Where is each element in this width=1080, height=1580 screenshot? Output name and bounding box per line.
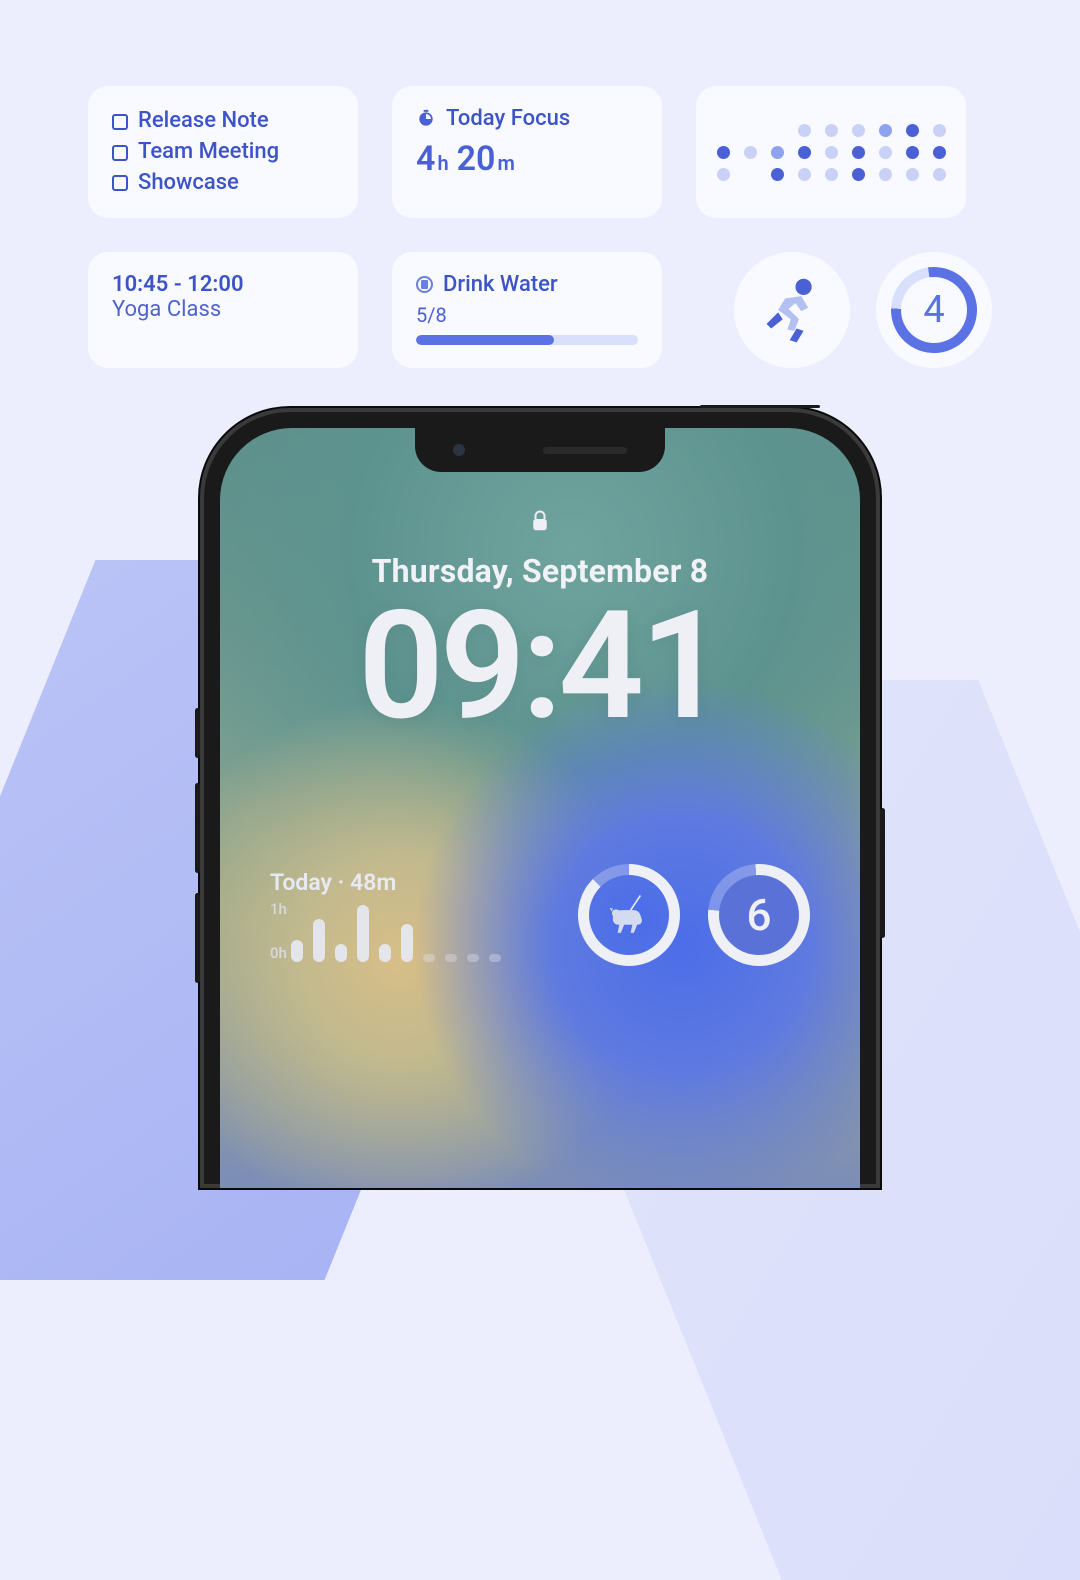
water-count: 5/8 [416,303,638,327]
chart-bar [423,954,435,962]
widget-row-2: 10:45 - 12:00 Yoga Class Drink Water 5/8 [88,252,992,368]
phone-notch [415,428,665,472]
checklist-item[interactable]: Showcase [112,168,334,199]
chart-y-axis: 1h 0h [270,900,287,962]
focus-minutes: 20 [457,139,496,179]
lock-screen-ring-widget[interactable]: 6 [705,861,814,970]
checkbox-icon[interactable] [112,114,128,130]
chart-bar [291,940,303,962]
checkbox-icon[interactable] [112,145,128,161]
phone-volume-up-button [195,783,200,873]
lock-screen-pet-widget[interactable] [578,864,680,966]
checklist-item-label: Team Meeting [138,137,279,168]
event-time: 10:45 - 12:00 [112,272,334,297]
focus-minutes-unit: m [497,151,514,175]
progress-ring-icon: 4 [885,262,982,359]
chart-title: Today · 48m [270,869,501,896]
chart-bar [401,924,413,961]
y-axis-label: 0h [270,944,287,962]
water-progress-fill [416,335,554,345]
cup-icon [416,276,433,293]
lock-icon [531,510,549,534]
lock-screen-chart-widget[interactable]: Today · 48m 1h 0h [270,869,501,962]
calendar-event-widget[interactable]: 10:45 - 12:00 Yoga Class [88,252,358,368]
focus-hours-unit: h [437,151,448,175]
focus-title-label: Today Focus [446,106,570,131]
chart-bars [291,902,501,962]
activity-widget[interactable] [734,252,850,368]
water-title-label: Drink Water [443,272,558,297]
dot-grid-widget[interactable] [696,86,966,218]
speaker-grille-icon [543,447,627,454]
ring-value: 4 [923,288,944,332]
checklist-item-label: Release Note [138,106,269,137]
streak-ring-widget[interactable]: 4 [876,252,992,368]
chart-bar [335,944,347,961]
chart-bar [357,905,369,961]
lock-screen-time: 09:41 [220,580,860,753]
y-axis-label: 1h [270,900,287,918]
phone-side-button [195,708,200,758]
chart-bar [489,954,501,962]
water-progress-bar [416,335,638,345]
front-camera-icon [453,444,465,456]
lock-screen[interactable]: Thursday, September 8 09:41 Today · 48m … [220,428,860,1188]
focus-hours: 4 [416,139,435,179]
chart-bar [313,919,325,961]
ring-value: 6 [746,889,771,941]
checklist-widget[interactable]: Release Note Team Meeting Showcase [88,86,358,218]
running-person-icon [755,273,829,347]
phone-volume-down-button [195,893,200,983]
widgets-area: Release Note Team Meeting Showcase Today… [88,86,992,368]
chart-bar [467,954,479,962]
checklist-item-label: Showcase [138,168,239,199]
chart-bar [445,954,457,962]
event-name: Yoga Class [112,297,334,322]
water-widget[interactable]: Drink Water 5/8 [392,252,662,368]
focus-widget[interactable]: Today Focus 4 h 20 m [392,86,662,218]
chart-bar [379,944,391,961]
widget-row-1: Release Note Team Meeting Showcase Today… [88,86,992,218]
timer-icon [416,109,436,129]
lock-screen-widgets: Today · 48m 1h 0h [270,864,810,966]
checklist-item[interactable]: Release Note [112,106,334,137]
phone-mockup: Thursday, September 8 09:41 Today · 48m … [200,408,880,1188]
checkbox-icon[interactable] [112,175,128,191]
dog-walking-icon [603,889,655,941]
phone-antenna-band [700,405,820,408]
checklist-item[interactable]: Team Meeting [112,137,334,168]
focus-time-value: 4 h 20 m [416,139,638,179]
phone-power-button [880,808,885,938]
